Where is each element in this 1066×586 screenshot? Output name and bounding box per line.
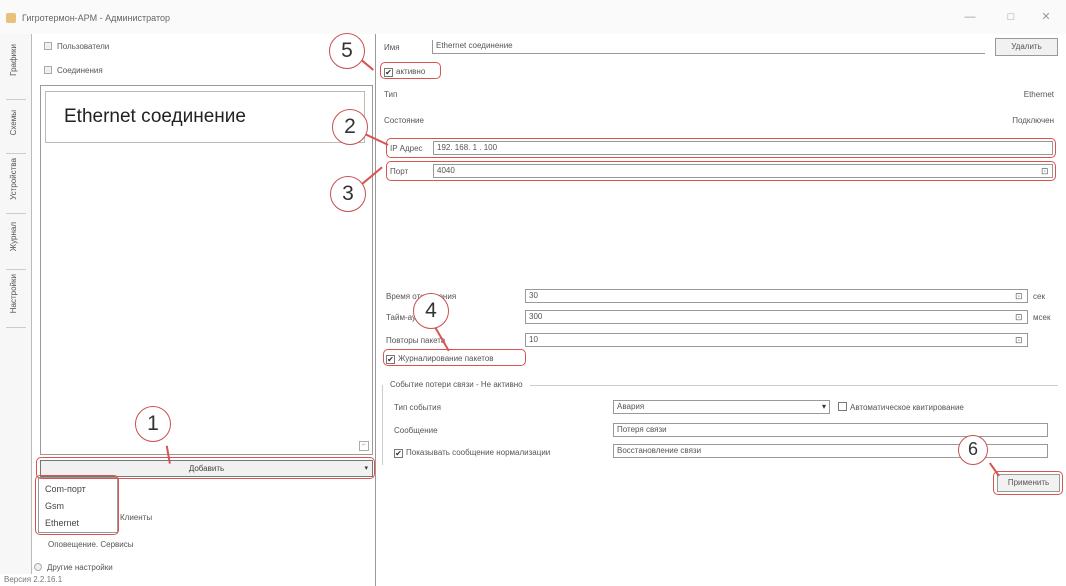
resize-grip-icon[interactable]: ⌐ <box>359 441 369 451</box>
show-normalization-check-icon: ✔ <box>394 449 403 458</box>
state-label: Состояние <box>384 116 424 125</box>
timeout-unit: мсек <box>1033 313 1051 322</box>
connections-icon <box>44 66 52 74</box>
retries-spinner-icon[interactable]: ⊡ <box>1015 335 1023 345</box>
tree-item-connections[interactable]: Соединения <box>44 66 103 75</box>
auto-ack-check-icon <box>838 402 847 411</box>
tab-journal[interactable]: Журнал <box>6 214 26 270</box>
app-icon <box>6 13 16 23</box>
retries-input[interactable]: 10 <box>525 333 1028 347</box>
tab-devices[interactable]: Устройства <box>6 154 26 214</box>
show-normalization-checkbox[interactable]: ✔ Показывать сообщение нормализации <box>394 447 550 458</box>
users-icon <box>44 42 52 50</box>
tab-settings[interactable]: Настройки <box>6 270 26 328</box>
panel-divider <box>375 34 376 586</box>
disconnect-spinner-icon[interactable]: ⊡ <box>1015 291 1023 301</box>
highlight-ip-address <box>386 138 1056 158</box>
tree-item-users[interactable]: Пользователи <box>44 42 109 51</box>
nav-item-other-settings[interactable]: Другие настройки <box>34 563 113 572</box>
disconnect-time-input[interactable]: 30 <box>525 289 1028 303</box>
event-type-label: Тип события <box>394 403 441 412</box>
highlight-apply-button <box>993 471 1063 495</box>
callout-5: 5 <box>329 33 365 69</box>
settings-icon <box>34 563 42 571</box>
group-left-line <box>382 385 383 465</box>
highlight-active-checkbox <box>380 62 441 79</box>
callout-2: 2 <box>332 109 368 145</box>
connection-list[interactable]: Ethernet соединение ⌐ <box>40 85 373 455</box>
minimize-icon[interactable]: — <box>962 9 978 25</box>
tab-schemes[interactable]: Схемы <box>6 100 26 154</box>
state-value: Подключен <box>1012 116 1054 125</box>
highlight-add-dropdown <box>35 475 119 535</box>
event-type-combo[interactable]: Авария ▾ <box>613 400 830 414</box>
timeout-input[interactable]: 300 <box>525 310 1028 324</box>
auto-ack-checkbox[interactable]: Автоматическое квитирование <box>838 402 964 412</box>
highlight-port <box>386 161 1056 181</box>
callout-4: 4 <box>413 293 449 329</box>
window-title: Гигротермон-АРМ - Администратор <box>22 13 171 23</box>
group-top-line <box>530 385 1058 386</box>
tab-charts[interactable]: Графики <box>6 38 26 100</box>
nav-item-notify-services[interactable]: Оповещение. Сервисы <box>48 540 133 549</box>
callout-6: 6 <box>958 435 988 465</box>
timeout-spinner-icon[interactable]: ⊡ <box>1015 312 1023 322</box>
chevron-down-icon: ▾ <box>821 402 826 411</box>
highlight-packet-logging <box>383 349 526 366</box>
type-value: Ethernet <box>1023 90 1054 99</box>
message-input[interactable]: Потеря связи <box>613 423 1048 437</box>
maximize-icon[interactable]: □ <box>1003 9 1019 25</box>
callout-1: 1 <box>135 406 171 442</box>
disconnect-unit: сек <box>1033 292 1045 301</box>
link-loss-group-title: Событие потери связи - Не активно <box>390 380 523 389</box>
name-input[interactable]: Ethernet соединение <box>432 40 985 54</box>
close-icon[interactable]: ✕ <box>1038 9 1054 25</box>
type-label: Тип <box>384 90 398 99</box>
delete-button[interactable]: Удалить <box>995 38 1058 56</box>
retries-label: Повторы пакета <box>386 336 446 345</box>
nav-item-clients[interactable]: Клиенты <box>120 513 152 522</box>
list-item-ethernet-connection[interactable]: Ethernet соединение <box>45 91 365 143</box>
name-label: Имя <box>384 43 400 52</box>
version-label: Версия 2.2.16.1 <box>4 575 63 584</box>
message-label: Сообщение <box>394 426 438 435</box>
side-tab-bar: Графики Схемы Устройства Журнал Настройк… <box>0 34 32 574</box>
callout-3: 3 <box>330 176 366 212</box>
